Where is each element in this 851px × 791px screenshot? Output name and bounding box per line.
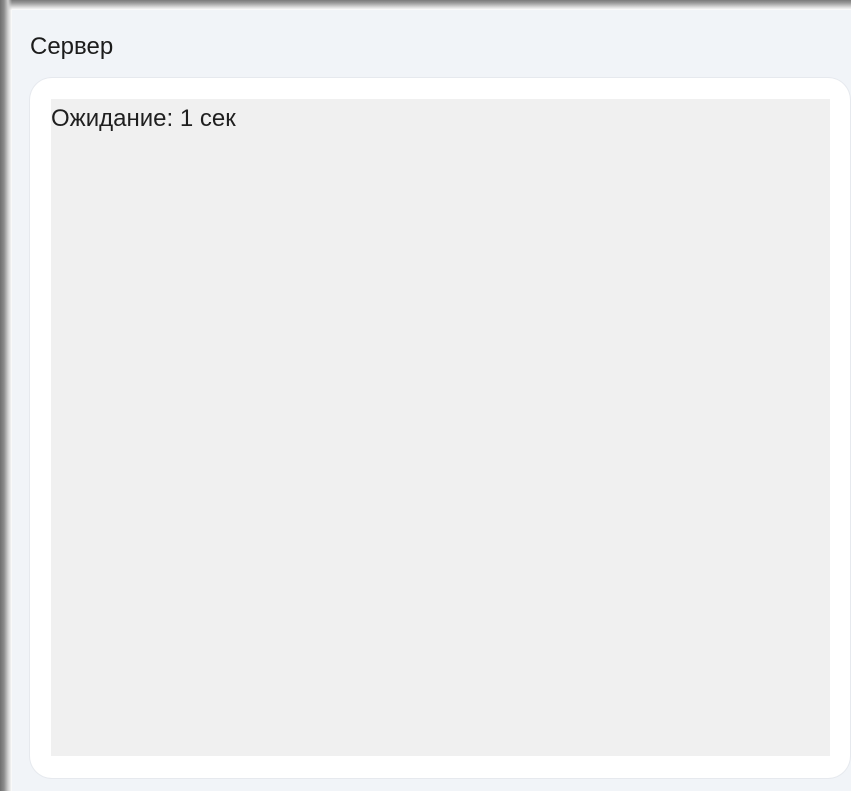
window-top-edge (0, 0, 851, 10)
server-output-area: Ожидание: 1 сек (51, 99, 830, 756)
panel-title: Сервер (30, 33, 114, 60)
window-left-edge (0, 0, 12, 791)
wait-status-text: Ожидание: 1 сек (51, 105, 236, 132)
window-frame: Сервер Ожидание: 1 сек (0, 0, 851, 791)
server-panel: Сервер Ожидание: 1 сек (12, 10, 851, 791)
server-card: Ожидание: 1 сек (30, 78, 850, 778)
